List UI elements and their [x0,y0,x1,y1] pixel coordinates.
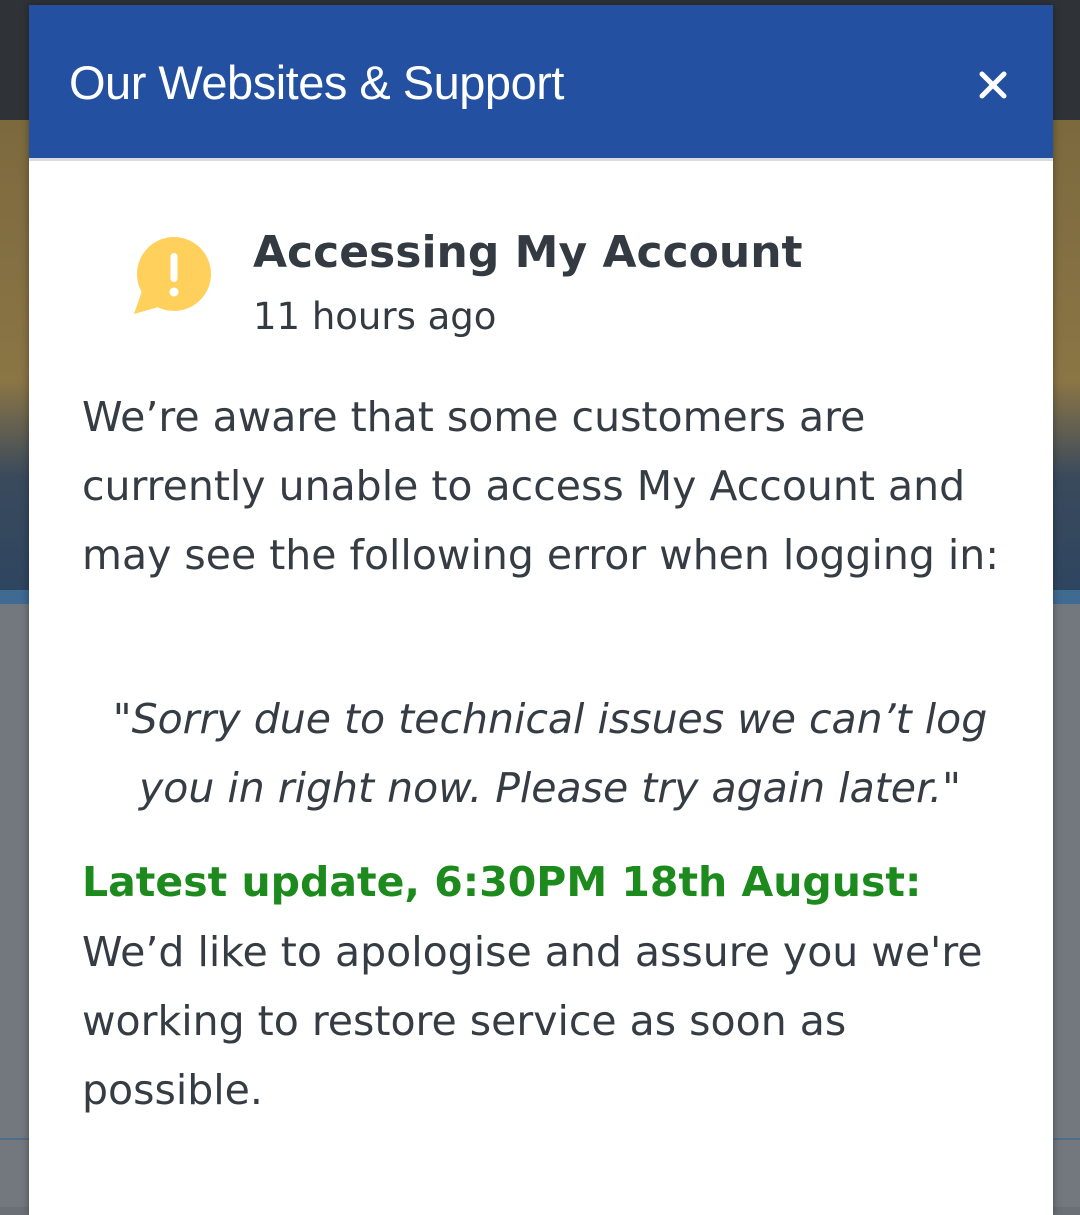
notice-intro-text: We’re aware that some customers are curr… [82,393,1000,579]
status-notice: Accessing My Account 11 hours ago [29,161,1053,391]
close-button[interactable] [971,63,1015,107]
support-modal: Our Websites & Support Accessing My Acco… [29,5,1053,1215]
latest-update-text: We’d like to apologise and assure you we… [82,928,983,1114]
notice-header: Accessing My Account 11 hours ago [82,161,1000,391]
warning-speech-bubble-icon [134,237,211,314]
modal-header: Our Websites & Support [29,5,1053,161]
error-message-quote: "Sorry due to technical issues we can’t … [112,695,988,812]
notice-timestamp: 11 hours ago [253,295,497,338]
notice-title: Accessing My Account [253,227,803,278]
latest-update-label: Latest update, 6:30PM 18th August: [82,858,922,906]
close-icon [979,71,1007,99]
modal-title: Our Websites & Support [69,56,564,109]
